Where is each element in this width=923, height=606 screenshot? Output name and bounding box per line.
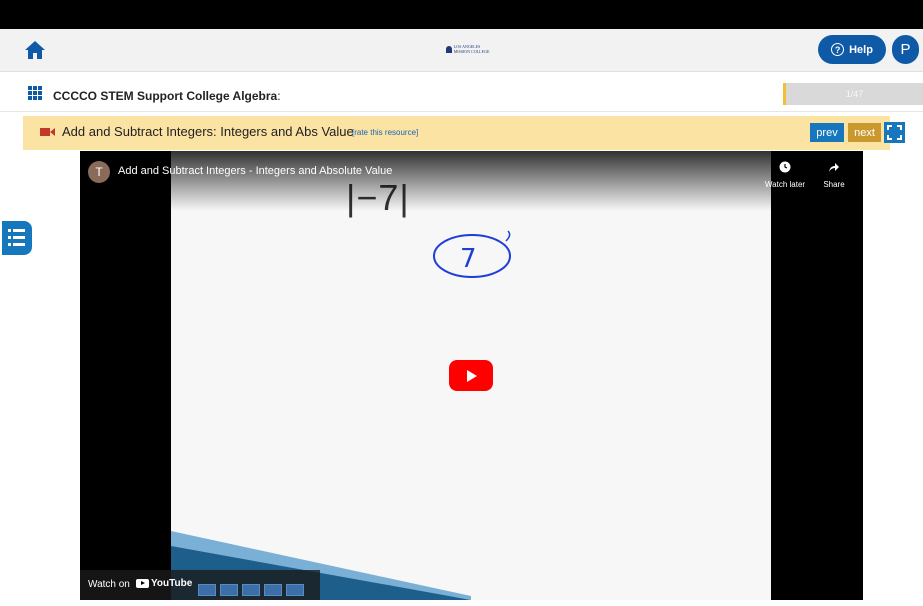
course-progress: 1/47 bbox=[783, 83, 923, 105]
share-label: Share bbox=[823, 180, 845, 189]
circled-answer: 7 bbox=[433, 230, 511, 278]
next-button[interactable]: next bbox=[848, 123, 881, 142]
youtube-player[interactable]: |−7| 7 T Add and Subtract Integers - Int… bbox=[80, 151, 863, 600]
play-icon[interactable] bbox=[449, 360, 493, 391]
youtube-logo: YouTube bbox=[136, 578, 192, 589]
help-label: Help bbox=[849, 43, 873, 56]
app-header: LOS ANGELES MISSION COLLEGE ? Help P bbox=[0, 29, 923, 72]
clock-icon bbox=[779, 161, 791, 173]
watch-later-label: Watch later bbox=[764, 180, 806, 189]
watch-later-button[interactable]: Watch later bbox=[758, 160, 812, 189]
rate-resource-link[interactable]: [rate this resource] bbox=[352, 128, 418, 137]
player-top-overlay bbox=[80, 151, 863, 211]
help-button[interactable]: ? Help bbox=[818, 35, 886, 64]
watch-on-label: Watch on bbox=[88, 579, 130, 590]
browser-top-bar bbox=[0, 0, 923, 29]
share-button[interactable]: Share bbox=[817, 160, 851, 189]
question-icon: ? bbox=[831, 43, 845, 56]
outline-toggle-icon[interactable] bbox=[2, 221, 32, 255]
course-title: CCCCO STEM Support College Algebra: bbox=[53, 89, 281, 103]
youtube-play-icon bbox=[136, 579, 149, 588]
home-icon[interactable] bbox=[24, 40, 46, 60]
channel-avatar[interactable]: T bbox=[88, 161, 110, 183]
video-camera-icon bbox=[40, 128, 55, 136]
circled-value: 7 bbox=[460, 244, 477, 274]
apps-grid-icon[interactable] bbox=[28, 86, 42, 100]
fullscreen-icon[interactable] bbox=[884, 122, 905, 143]
embedded-player-controls bbox=[198, 584, 304, 596]
college-logo: LOS ANGELES MISSION COLLEGE bbox=[446, 37, 494, 61]
profile-avatar-button[interactable]: P bbox=[892, 35, 919, 64]
share-icon bbox=[829, 163, 839, 172]
prev-button[interactable]: prev bbox=[810, 123, 844, 142]
resource-title: Add and Subtract Integers: Integers and … bbox=[62, 124, 354, 139]
video-title[interactable]: Add and Subtract Integers - Integers and… bbox=[118, 165, 392, 177]
